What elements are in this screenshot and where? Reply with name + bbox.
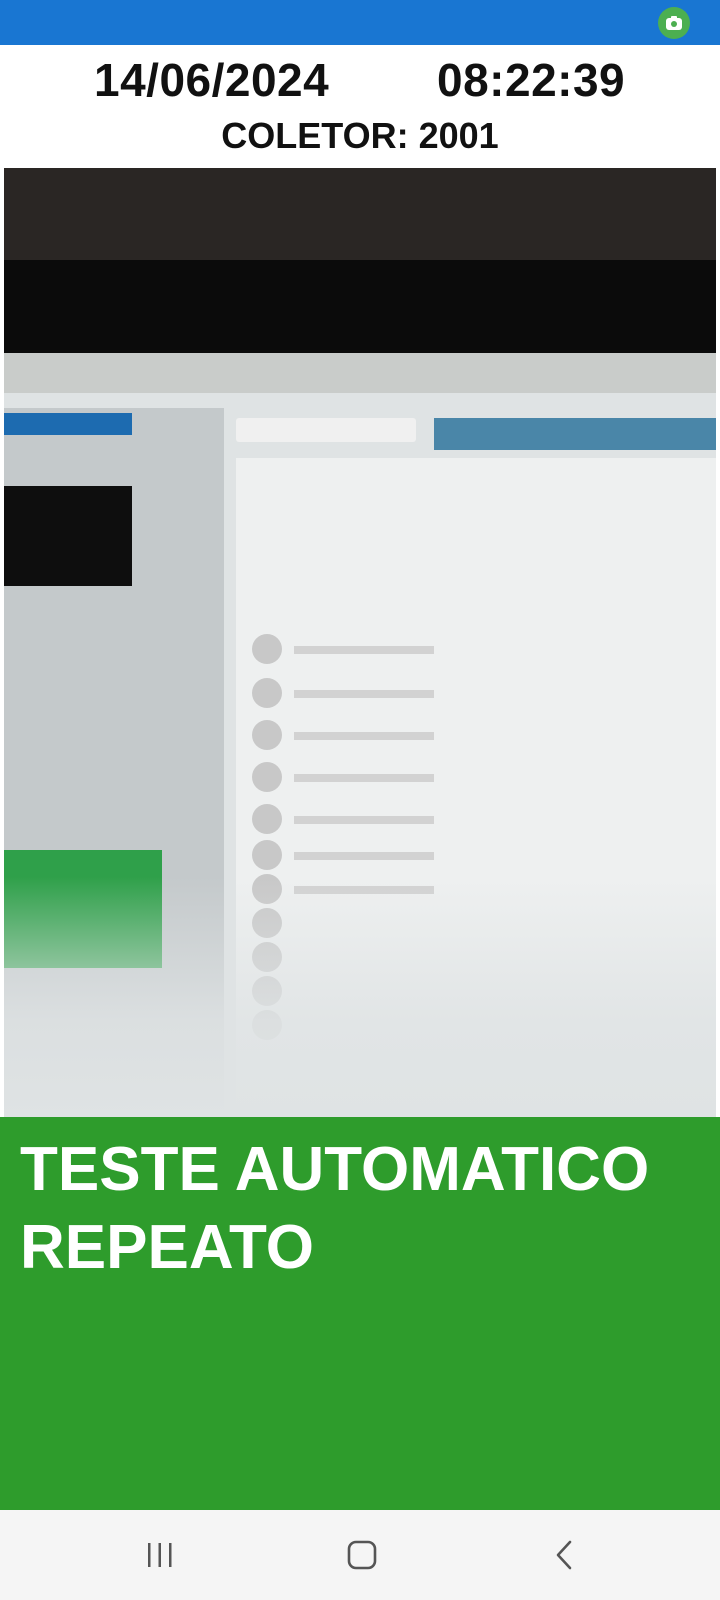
camera-photo (4, 168, 716, 1117)
back-icon[interactable] (534, 1530, 594, 1580)
result-line-2: REPEATO (20, 1213, 314, 1282)
home-icon[interactable] (332, 1530, 392, 1580)
navigation-bar (0, 1510, 720, 1600)
camera-icon (658, 7, 690, 39)
header: 14/06/2024 08:22:39 COLETOR: 2001 (0, 45, 720, 168)
collector-label: COLETOR: 2001 (221, 115, 499, 156)
result-line-1: TESTE AUTOMATICO (20, 1135, 650, 1204)
result-message: TESTE AUTOMATICO REPEATO (20, 1131, 700, 1287)
recent-apps-icon[interactable] (130, 1530, 190, 1580)
time-label: 08:22:39 (437, 54, 626, 106)
status-bar (0, 0, 720, 45)
result-panel: TESTE AUTOMATICO REPEATO (0, 1117, 720, 1510)
date-label: 14/06/2024 (94, 54, 330, 106)
